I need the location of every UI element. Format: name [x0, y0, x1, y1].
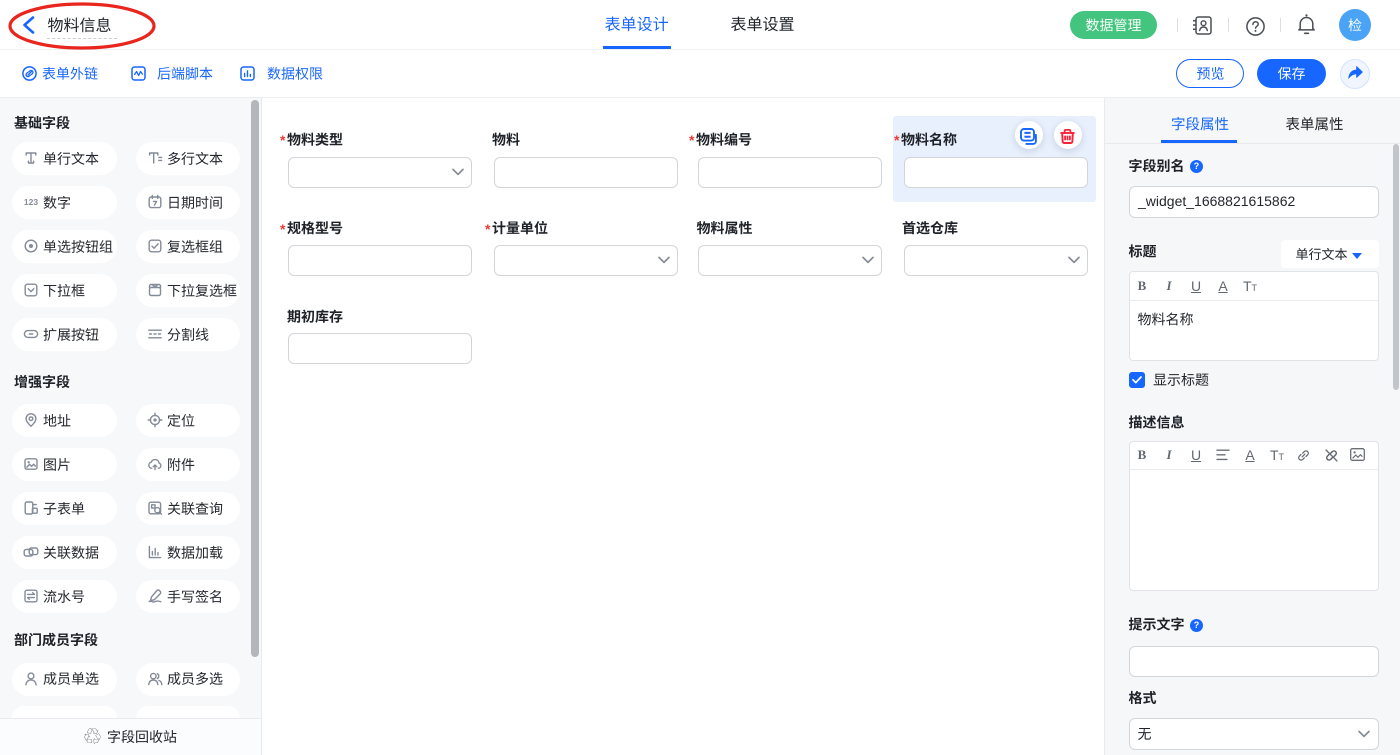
svg-text:123: 123 — [24, 197, 38, 207]
